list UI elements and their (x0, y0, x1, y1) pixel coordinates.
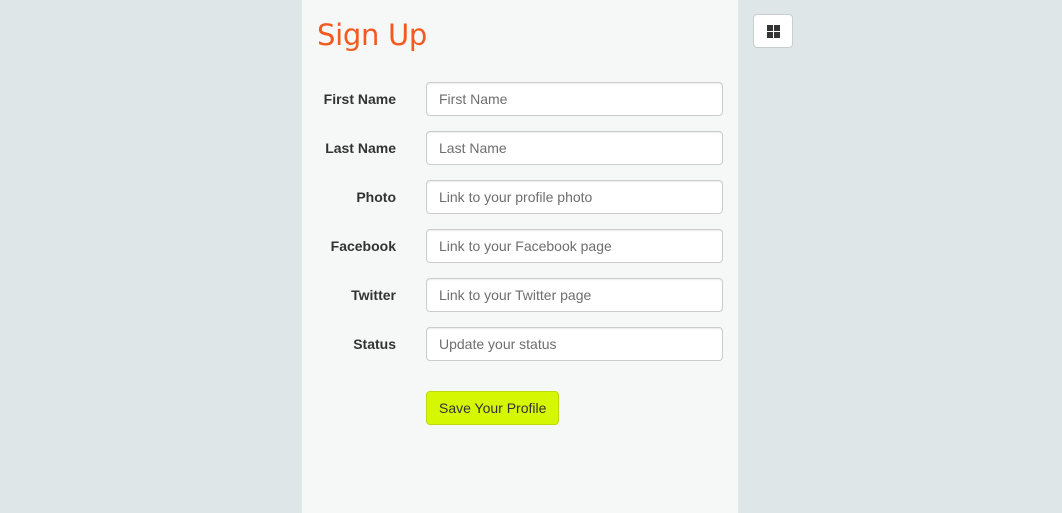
last-name-input[interactable] (426, 131, 723, 165)
grid-icon (767, 25, 780, 38)
first-name-input[interactable] (426, 82, 723, 116)
photo-input[interactable] (426, 180, 723, 214)
photo-label: Photo (356, 189, 396, 205)
page-title: Sign Up (317, 18, 428, 52)
facebook-label: Facebook (330, 238, 396, 254)
status-label: Status (353, 336, 396, 352)
first-name-label: First Name (323, 91, 396, 107)
twitter-input[interactable] (426, 278, 723, 312)
status-input[interactable] (426, 327, 723, 361)
grid-view-button[interactable] (753, 14, 793, 48)
last-name-row: Last Name (302, 131, 738, 165)
signup-panel: Sign Up First Name Last Name Photo Faceb… (302, 0, 738, 513)
save-profile-button[interactable]: Save Your Profile (426, 391, 560, 425)
first-name-row: First Name (302, 82, 738, 116)
twitter-row: Twitter (302, 278, 738, 312)
photo-row: Photo (302, 180, 738, 214)
last-name-label: Last Name (325, 140, 396, 156)
status-row: Status (302, 327, 738, 361)
facebook-input[interactable] (426, 229, 723, 263)
twitter-label: Twitter (351, 287, 396, 303)
facebook-row: Facebook (302, 229, 738, 263)
